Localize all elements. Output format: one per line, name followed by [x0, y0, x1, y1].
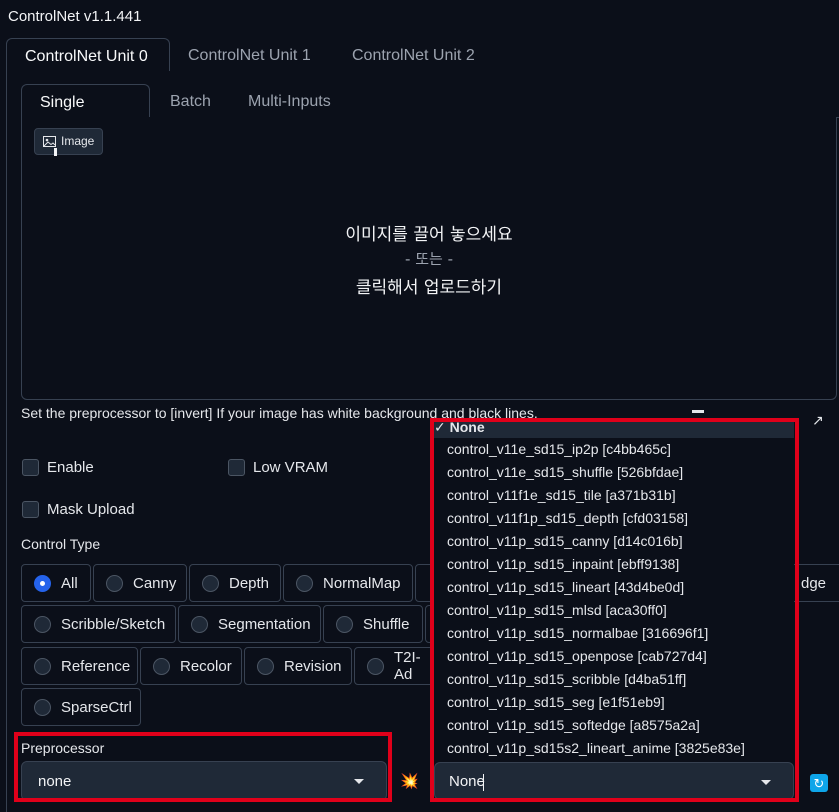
tab-controlnet-unit-1[interactable]: ControlNet Unit 1	[170, 38, 329, 73]
control-type-t2i-label: T2I-Ad	[394, 649, 421, 683]
control-type-label: Control Type	[21, 536, 101, 552]
radio-icon	[34, 698, 51, 716]
mask-upload-checkbox[interactable]	[22, 501, 39, 518]
control-type-depth[interactable]: Depth	[189, 564, 281, 602]
refresh-icon[interactable]: ↻	[810, 774, 828, 792]
control-type-shuffle-label: Shuffle	[363, 615, 410, 633]
text-cursor	[54, 148, 57, 156]
radio-icon	[191, 615, 208, 633]
control-type-scribble[interactable]: Scribble/Sketch	[21, 605, 176, 643]
tab-controlnet-unit-0[interactable]: ControlNet Unit 0	[6, 38, 170, 73]
control-type-softedge-label: dge	[801, 574, 827, 592]
explosion-icon[interactable]: 💥	[400, 774, 419, 789]
control-type-shuffle[interactable]: Shuffle	[323, 605, 423, 643]
tab-multi-inputs[interactable]: Multi-Inputs	[230, 84, 349, 119]
image-label: Image	[34, 128, 104, 155]
control-type-sparsectrl[interactable]: SparseCtrl	[21, 688, 141, 726]
dropzone-drop-text: 이미지를 끌어 놓으세요	[345, 225, 513, 245]
radio-icon	[34, 615, 51, 633]
control-type-t2i-adapter[interactable]: T2I-Ad	[354, 647, 436, 685]
control-type-segmentation[interactable]: Segmentation	[178, 605, 321, 643]
control-type-normalmap[interactable]: NormalMap	[283, 564, 413, 602]
tab-controlnet-unit-2[interactable]: ControlNet Unit 2	[334, 38, 493, 73]
radio-icon	[296, 574, 313, 592]
control-type-canny[interactable]: Canny	[93, 564, 187, 602]
send-icon[interactable]: ↗	[812, 412, 824, 429]
control-type-recolor-label: Recolor	[180, 657, 232, 675]
radio-icon	[202, 574, 219, 592]
control-type-revision[interactable]: Revision	[244, 647, 352, 685]
dropzone-click-text: 클릭해서 업로드하기	[355, 278, 503, 298]
enable-label[interactable]: Enable	[47, 459, 94, 476]
tab-single-image[interactable]: Single Image	[21, 84, 150, 146]
unit-tab-bar: ControlNet Unit 0 ControlNet Unit 1 Cont…	[6, 38, 839, 73]
input-tab-bar: Single Image Batch Multi-Inputs	[21, 84, 839, 146]
radio-icon	[106, 574, 123, 592]
control-type-sparsectrl-label: SparseCtrl	[61, 698, 132, 716]
control-type-depth-label: Depth	[229, 574, 270, 592]
control-type-canny-label: Canny	[133, 574, 177, 592]
radio-icon	[367, 657, 384, 675]
radio-selected-icon	[34, 574, 51, 592]
control-type-reference[interactable]: Reference	[21, 647, 138, 685]
model-highlight-box	[430, 418, 799, 802]
preprocessor-highlight-box	[14, 732, 392, 802]
control-type-reference-label: Reference	[61, 657, 131, 675]
enable-checkbox[interactable]	[22, 459, 39, 476]
control-type-revision-label: Revision	[284, 657, 342, 675]
radio-icon	[153, 657, 170, 675]
app-title: ControlNet v1.1.441	[8, 8, 142, 25]
control-type-recolor[interactable]: Recolor	[140, 647, 242, 685]
control-type-normalmap-label: NormalMap	[323, 574, 401, 592]
tab-batch[interactable]: Batch	[152, 84, 229, 119]
mask-upload-label[interactable]: Mask Upload	[47, 501, 135, 518]
radio-icon	[336, 615, 353, 633]
low-vram-label[interactable]: Low VRAM	[253, 459, 328, 476]
control-type-scribble-label: Scribble/Sketch	[61, 615, 166, 633]
control-type-all[interactable]: All	[21, 564, 91, 602]
tool-icon[interactable]	[692, 410, 704, 413]
radio-icon	[34, 657, 51, 675]
dropzone-or-text: - 또는 -	[405, 250, 453, 268]
image-label-text: Image	[61, 134, 95, 148]
control-type-segmentation-label: Segmentation	[218, 615, 311, 633]
low-vram-checkbox[interactable]	[228, 459, 245, 476]
radio-icon	[257, 657, 274, 675]
image-icon	[43, 136, 56, 147]
control-type-all-label: All	[61, 574, 78, 592]
